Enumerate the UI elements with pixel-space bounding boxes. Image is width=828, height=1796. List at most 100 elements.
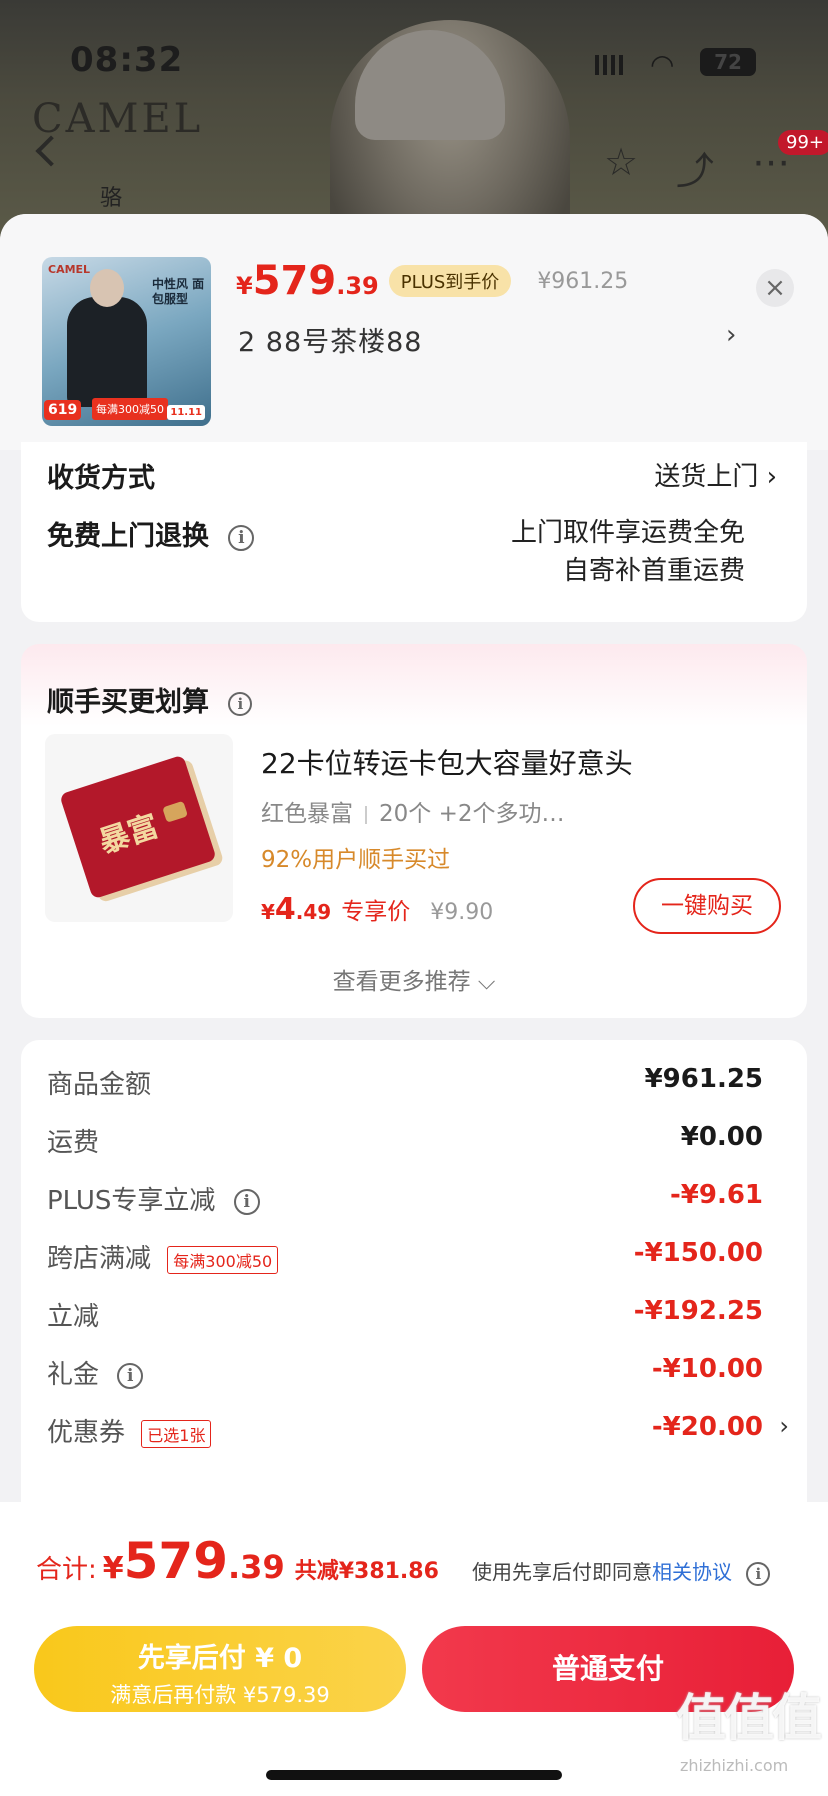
summary-value: ¥0.00 [680,1122,763,1152]
info-icon[interactable]: i [228,691,253,716]
summary-label: 商品金额 [47,1070,152,1100]
agreement-prefix: 使用先享后付即同意 [472,1560,652,1584]
addon-product-spec[interactable]: 红色暴富 20个 +2个多功… [261,794,564,828]
price-summary-card: 商品金额 ¥961.25 运费 ¥0.00 PLUS专享立减 i -¥9.61 … [21,1040,807,1540]
info-icon[interactable]: i [228,524,255,551]
total-savings: 共减¥381.86 [294,1559,439,1584]
delivery-method-value[interactable]: 送货上门 › [654,456,777,493]
addon-card: 顺手买更划算 i 暴富 22卡位转运卡包大容量好意头 红色暴富 20个 +2个多功… [21,644,807,1018]
total-label: 合计: [36,1555,97,1585]
summary-row-shipping: 运费 ¥0.00 [47,1122,763,1162]
status-time: 08:32 [70,40,184,80]
message-badge: 99+ [778,130,828,155]
delivery-method-label: 收货方式 [47,463,155,494]
addon-price-symbol: ¥ [261,900,275,924]
chevron-right-icon[interactable]: › [726,320,736,350]
addon-title-text: 顺手买更划算 [47,687,209,718]
total-symbol: ¥ [102,1551,124,1586]
agreement-link[interactable]: 相关协议 [652,1560,732,1584]
close-button[interactable]: × [756,269,794,307]
original-price: ¥961.25 [537,269,629,294]
summary-row-coupon[interactable]: 优惠券 已选1张 -¥20.00 › [47,1412,789,1452]
addon-spec-color: 红色暴富 [261,801,353,827]
summary-label: 运费 [47,1128,100,1158]
product-thumbnail[interactable]: CAMEL 中性风 面包服型 619 每满300减50 11.11 [42,257,211,426]
summary-value: -¥9.61 [669,1180,763,1210]
wifi-icon: ◠ [650,48,675,81]
info-icon[interactable]: i [746,1561,771,1586]
selected-spec[interactable]: 2 88号茶楼88 [238,320,422,359]
addon-title: 顺手买更划算 i [47,680,253,719]
free-return-value: 上门取件享运费全免 自寄补首重运费 [511,514,745,590]
summary-row-goods: 商品金额 ¥961.25 [47,1064,763,1104]
summary-value: -¥150.00 [633,1238,763,1268]
product-header: CAMEL 中性风 面包服型 619 每满300减50 11.11 ¥ 579 … [0,214,828,450]
summary-row-discount: 立减 -¥192.25 [47,1296,763,1336]
addon-original-price: ¥9.90 [430,900,494,925]
price-decimal: .39 [336,272,379,300]
thumb-model-head [90,269,124,307]
pay-later-line2: 满意后再付款 ¥579.39 [110,1683,330,1707]
pay-later-button[interactable]: 先享后付 ¥ 0 满意后再付款 ¥579.39 [34,1626,406,1712]
summary-label: 跨店满减 每满300减50 [47,1238,279,1275]
summary-value: -¥192.25 [633,1296,763,1326]
thumb-jacket [67,297,147,407]
coupon-tag: 已选1张 [141,1419,212,1448]
background-product-page: 08:32 ◠ 72 CAMEL 骆 ☆ ⤴ ⋯ 99+ [0,0,828,240]
summary-label-text: PLUS专享立减 [47,1186,216,1216]
see-more-recommendations[interactable]: 查看更多推荐 ⌵ [21,962,807,996]
summary-row-cross-store: 跨店满减 每满300减50 -¥150.00 [47,1238,763,1278]
plus-price-tag: PLUS到手价 [388,265,512,297]
home-indicator[interactable] [266,1770,562,1780]
battery-icon: 72 [700,48,756,76]
summary-value: -¥10.00 [651,1354,763,1384]
wallet-graphic: 暴富 [59,754,217,900]
checkout-bottom-bar: 合计: ¥ 579 .39 共减¥381.86 使用先享后付即同意相关协议 i … [0,1502,828,1796]
info-icon[interactable]: i [117,1362,144,1389]
addon-price-row: ¥ 4 .49 专享价 ¥9.90 [261,892,493,927]
divider [365,805,367,824]
thumb-logo: CAMEL [48,263,91,276]
summary-row-plus: PLUS专享立减 i -¥9.61 [47,1180,763,1220]
summary-label: 立减 [47,1302,100,1332]
addon-purchase-stat: 92%用户顺手买过 [261,847,451,873]
addon-price-label: 专享价 [341,899,411,925]
thumb-promo: 每满300减50 [92,398,168,420]
brand-sub: 骆 [100,186,123,211]
share-icon[interactable]: ⤴ [676,140,714,195]
summary-value: -¥20.00 [651,1412,763,1442]
summary-label-text: 礼金 [47,1360,100,1390]
price-integer: 579 [252,258,337,304]
addon-price-decimal: .49 [295,900,332,924]
agreement-text: 使用先享后付即同意相关协议 i [472,1556,771,1586]
summary-label-text: 跨店满减 [47,1244,152,1274]
wallet-clasp [162,800,189,823]
thumb-title: 中性风 面包服型 [152,277,205,306]
info-icon[interactable]: i [233,1188,260,1215]
total-decimal: .39 [228,1548,285,1586]
addon-product-image[interactable]: 暴富 [45,734,233,922]
return-value-line1: 上门取件享运费全免 [510,518,745,548]
total-integer: 579 [123,1532,229,1590]
addon-product-name[interactable]: 22卡位转运卡包大容量好意头 [261,742,633,782]
free-return-label: 免费上门退换 i [47,514,255,553]
chevron-right-icon[interactable]: › [779,1412,789,1440]
price-symbol: ¥ [236,272,253,300]
product-price-row: ¥ 579 .39 PLUS到手价 ¥961.25 [236,258,628,304]
brand-logo: CAMEL [32,96,204,142]
return-value-line2: 自寄补首重运费 [562,556,745,586]
summary-value: ¥961.25 [644,1064,763,1094]
total-row: 合计: ¥ 579 .39 共减¥381.86 [36,1532,439,1590]
addon-spec-more: 20个 +2个多功… [379,801,565,827]
summary-label-text: 优惠券 [47,1418,126,1448]
summary-label: 优惠券 已选1张 [47,1412,212,1449]
one-click-buy-button[interactable]: 一键购买 [633,878,781,934]
summary-label: PLUS专享立减 i [47,1180,260,1217]
delivery-card: 收货方式 送货上门 › 免费上门退换 i 上门取件享运费全免 自寄补首重运费 [21,442,807,622]
star-icon[interactable]: ☆ [604,140,638,184]
chevron-right-icon: › [766,462,777,492]
promo-tag: 每满300减50 [167,1245,279,1274]
addon-price-integer: 4 [274,892,296,927]
thumb-event-tag: 11.11 [167,405,205,420]
summary-row-gift: 礼金 i -¥10.00 [47,1354,763,1394]
